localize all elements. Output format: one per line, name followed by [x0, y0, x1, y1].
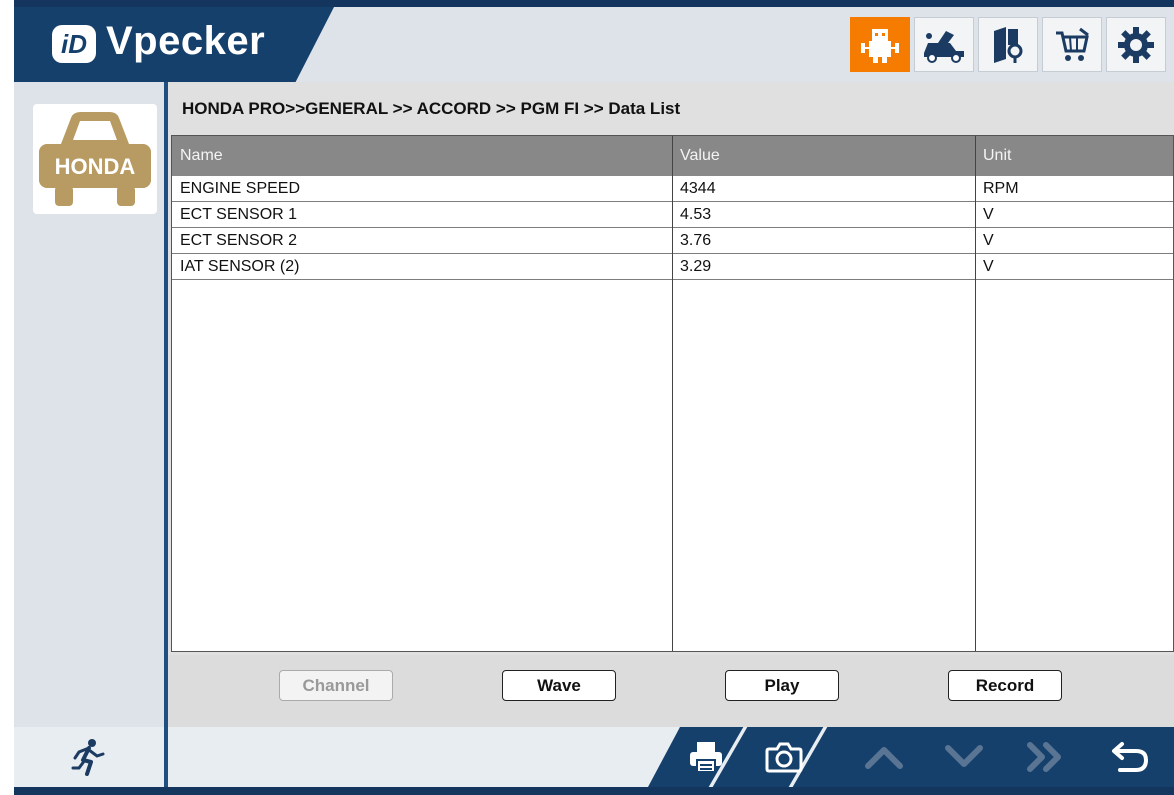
manual-book-icon: [994, 26, 1023, 63]
top-bar: iD Vpecker: [14, 7, 1174, 82]
back-button[interactable]: [1110, 737, 1150, 777]
shop-button[interactable]: [1042, 17, 1102, 72]
cell-value: 4344: [680, 180, 716, 197]
action-bar: Channel Wave Play Record: [168, 655, 1174, 727]
data-list-table: Name Value Unit ENGINE SPEED 4344 RPM EC…: [171, 135, 1174, 652]
table-row[interactable]: ECT SENSOR 1 4.53 V: [172, 202, 1173, 228]
next-page-button[interactable]: [1024, 737, 1064, 777]
cell-unit: V: [983, 258, 994, 275]
column-divider: [672, 136, 673, 651]
brand-logo-text: HONDA: [55, 154, 136, 179]
app-frame: iD Vpecker HONDA HONDA PRO>>GENERAL >> A…: [14, 0, 1174, 795]
record-button[interactable]: Record: [948, 670, 1062, 701]
car-brand-icon: HONDA: [39, 112, 151, 206]
manual-button[interactable]: [978, 17, 1038, 72]
channel-button[interactable]: Channel: [279, 670, 393, 701]
print-button[interactable]: [686, 737, 726, 777]
logo-area: iD Vpecker: [14, 7, 334, 82]
scroll-up-button[interactable]: [864, 737, 904, 777]
wave-button[interactable]: Wave: [502, 670, 616, 701]
car-repair-button[interactable]: [914, 17, 974, 72]
header-value: Value: [680, 147, 720, 164]
column-divider: [975, 136, 976, 651]
cell-name: ECT SENSOR 2: [180, 232, 298, 249]
bottom-bar: [14, 727, 1174, 787]
car-repair-icon: [924, 30, 964, 63]
table-header: Name Value Unit: [172, 136, 1173, 176]
table-row[interactable]: IAT SENSOR (2) 3.29 V: [172, 254, 1173, 280]
bottom-toolbar: [648, 727, 1174, 787]
brand-name: Vpecker: [106, 19, 266, 63]
double-chevron-right-icon: [1027, 742, 1061, 772]
cell-unit: V: [983, 206, 994, 223]
cell-name: ECT SENSOR 1: [180, 206, 298, 223]
diagnosis-robot-icon: [861, 28, 899, 63]
settings-button[interactable]: [1106, 17, 1166, 72]
header-name: Name: [180, 147, 223, 164]
top-toolbar: [846, 17, 1166, 72]
printer-icon: [690, 742, 722, 773]
scroll-down-button[interactable]: [944, 737, 984, 777]
shopping-cart-icon: [1056, 27, 1089, 61]
screenshot-button[interactable]: [764, 737, 804, 777]
gear-icon: [1118, 26, 1154, 63]
cell-value: 3.29: [680, 258, 712, 275]
play-button[interactable]: Play: [725, 670, 839, 701]
running-man-icon: [71, 739, 105, 776]
breadcrumb: HONDA PRO>>GENERAL >> ACCORD >> PGM FI >…: [182, 99, 681, 118]
cell-name: ENGINE SPEED: [180, 180, 301, 197]
exit-button[interactable]: [14, 727, 168, 787]
table-row[interactable]: ENGINE SPEED 4344 RPM: [172, 176, 1173, 202]
brand-badge: iD: [52, 25, 96, 63]
table-row[interactable]: ECT SENSOR 2 3.76 V: [172, 228, 1173, 254]
cell-value: 3.76: [680, 232, 712, 249]
main-panel: HONDA PRO>>GENERAL >> ACCORD >> PGM FI >…: [168, 82, 1174, 727]
cell-unit: V: [983, 232, 994, 249]
sidebar: HONDA: [14, 82, 168, 727]
vehicle-brand-logo: HONDA: [33, 104, 157, 214]
cell-name: IAT SENSOR (2): [180, 258, 300, 275]
back-arrow-icon: [1112, 742, 1149, 772]
cell-value: 4.53: [680, 206, 712, 223]
diagnosis-button[interactable]: [850, 17, 910, 72]
cell-unit: RPM: [983, 180, 1019, 197]
chevron-down-icon: [945, 745, 983, 767]
header-unit: Unit: [983, 147, 1012, 164]
camera-icon: [765, 742, 803, 773]
chevron-up-icon: [865, 747, 903, 769]
